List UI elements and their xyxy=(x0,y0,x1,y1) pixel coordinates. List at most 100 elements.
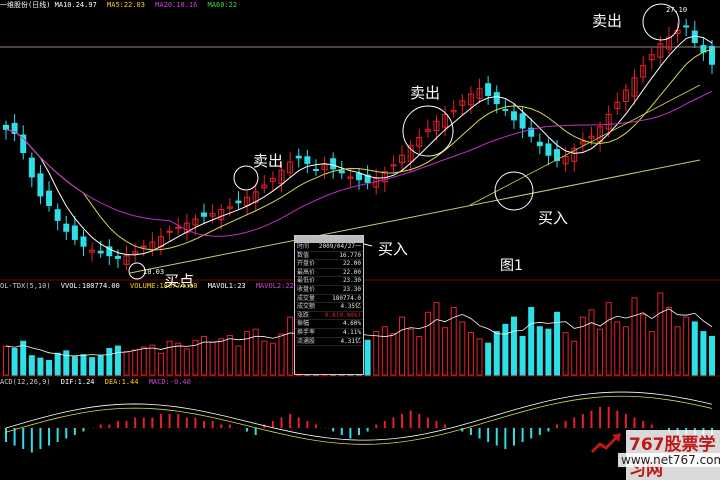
volume-bar xyxy=(476,338,483,376)
volume-bar xyxy=(554,311,561,376)
volume-bar xyxy=(683,316,690,376)
volume-bar xyxy=(175,342,182,376)
watermark: 767股票学习网 www.net767.com xyxy=(588,430,720,480)
long-ma-line xyxy=(469,84,701,206)
info-key: 开盘价 xyxy=(297,260,316,268)
volume-bar xyxy=(631,297,638,376)
candle-body xyxy=(312,168,319,171)
info-rows: 时间 2009/04/27一 数值 16.770 开盘价 22.00 最高价 22.00 最低价… xyxy=(295,243,363,347)
info-tooltip: 时间 2009/04/27一 数值 16.770 开盘价 22.00 最高价 22.00 最低价… xyxy=(294,235,364,375)
info-key: 涨跌 xyxy=(297,311,310,319)
volume-bar xyxy=(648,331,655,376)
volume-bar xyxy=(114,345,121,376)
volume-bar xyxy=(597,328,604,376)
candle-body xyxy=(46,190,53,206)
buy-point-label: 买点 xyxy=(164,272,195,290)
volume-bar xyxy=(364,339,371,376)
info-key: 换手率 xyxy=(297,328,316,336)
candle-body xyxy=(37,173,44,197)
candle-body xyxy=(502,108,509,111)
volume-bar xyxy=(132,349,139,376)
buy-circle-1 xyxy=(494,171,534,211)
candle-body xyxy=(54,209,61,221)
volume-bar xyxy=(691,321,698,376)
candle-body xyxy=(485,83,492,96)
info-value: 23.30 xyxy=(342,277,361,285)
volume-bar xyxy=(571,340,578,376)
buy-label-2: 买入 xyxy=(378,240,409,258)
volume-bar xyxy=(640,314,647,376)
volume-bar xyxy=(149,344,156,376)
volume-bar xyxy=(622,326,629,376)
candle-body xyxy=(71,225,78,240)
candle-body xyxy=(166,230,173,233)
volume-bar xyxy=(390,333,397,376)
high-price-label: 27.10 xyxy=(666,6,688,14)
candle-body xyxy=(304,156,311,164)
volume-bar xyxy=(71,356,78,376)
info-value: 23.30 xyxy=(342,285,361,293)
volume-bar xyxy=(407,328,414,376)
volume-bar xyxy=(588,309,595,376)
info-row: 振幅 4.60% xyxy=(295,320,363,329)
volume-bar xyxy=(399,316,406,376)
low-price-label: 10.03 xyxy=(143,268,165,276)
volume-bar xyxy=(459,321,466,376)
volume-bar xyxy=(485,342,492,376)
volume-bar xyxy=(433,302,440,376)
volume-bar xyxy=(278,333,285,376)
volume-bar xyxy=(416,335,423,376)
volume-bar xyxy=(519,335,526,376)
volume-bar xyxy=(226,334,233,376)
info-row: 成交额 4.35亿 xyxy=(295,303,363,312)
volume-bar xyxy=(373,331,380,376)
volume-bar xyxy=(157,352,164,376)
info-key: 最低价 xyxy=(297,277,316,285)
candle-body xyxy=(97,250,104,254)
volume-bar xyxy=(28,355,35,376)
volume-bar xyxy=(287,316,294,376)
info-row: 数值 16.770 xyxy=(295,252,363,261)
candle-body xyxy=(295,155,302,159)
volume-bar xyxy=(545,328,552,376)
stock-chart-stage: 一维股份(日线) MA10.24.97 MA5:22.03 MA20.18.16… xyxy=(0,0,720,480)
volume-bar xyxy=(502,323,509,376)
figure-label: 图1 xyxy=(500,258,523,274)
info-value: 22.00 xyxy=(342,260,361,268)
candle-body xyxy=(709,45,715,65)
info-value: 16.770 xyxy=(339,251,361,259)
candle-body xyxy=(140,245,147,248)
candle-body xyxy=(519,113,526,129)
info-value: 4.31亿 xyxy=(340,337,361,345)
volume-bar xyxy=(467,332,474,376)
volume-bar xyxy=(46,360,53,376)
volume-bar xyxy=(510,316,517,376)
info-value: 4.60% xyxy=(342,320,361,328)
volume-bar xyxy=(106,347,113,376)
buy-label-1: 买入 xyxy=(538,209,569,227)
info-key: 流通股 xyxy=(297,337,316,345)
candle-body xyxy=(28,157,35,178)
candle-body xyxy=(201,212,208,217)
info-value: 180774.0 xyxy=(332,294,361,302)
candle-body xyxy=(356,173,362,181)
candle-body xyxy=(493,92,500,105)
volume-bar xyxy=(442,327,449,376)
volume-bar xyxy=(54,352,61,376)
candle-body xyxy=(338,170,345,174)
ma10-line xyxy=(5,48,713,251)
info-row: 最低价 23.30 xyxy=(295,277,363,286)
info-key: 时间 xyxy=(297,243,310,250)
candle-body xyxy=(545,143,552,156)
candle-body xyxy=(3,124,9,130)
candle-body xyxy=(536,141,543,147)
info-row: 换手率 4.11% xyxy=(295,329,363,338)
info-key: 数值 xyxy=(297,251,310,259)
volume-bar xyxy=(665,306,672,376)
candle-body xyxy=(175,226,182,229)
volume-bar xyxy=(657,292,664,376)
volume-bar xyxy=(11,347,18,376)
volume-bar xyxy=(700,331,707,376)
watermark-url: www.net767.com xyxy=(618,453,720,467)
volume-bar xyxy=(20,340,27,376)
